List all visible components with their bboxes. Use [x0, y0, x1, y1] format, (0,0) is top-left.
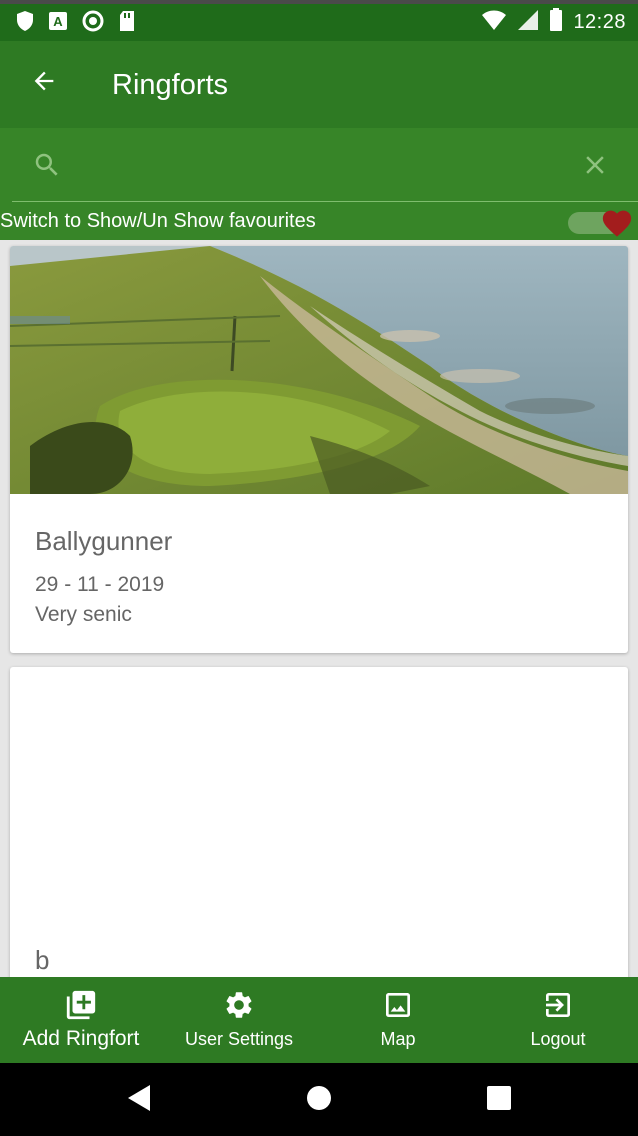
shield-icon [16, 10, 34, 37]
system-recents-button[interactable] [484, 1085, 514, 1115]
triangle-back-icon [126, 1084, 152, 1117]
search-input[interactable] [84, 148, 564, 182]
favourites-label: Switch to Show/Un Show favourites [0, 210, 316, 232]
app-bar: Ringforts [0, 41, 638, 128]
nav-label: Map [380, 1029, 416, 1049]
wifi-icon [481, 9, 507, 36]
square-recents-icon [486, 1085, 512, 1116]
heart-icon [600, 206, 634, 243]
nav-logout[interactable]: Logout [508, 977, 608, 1063]
favourites-toggle[interactable] [568, 206, 634, 238]
nav-label: Logout [530, 1029, 586, 1049]
ringfort-title: b [35, 945, 50, 975]
ringfort-description: Very senic [35, 603, 132, 626]
sd-card-icon [118, 10, 136, 37]
ringfort-card[interactable]: b [10, 667, 628, 977]
image-icon [382, 989, 414, 1021]
search-icon[interactable] [32, 150, 62, 185]
nav-user-settings[interactable]: User Settings [170, 977, 308, 1063]
nav-map[interactable]: Map [352, 977, 444, 1063]
battery-icon [549, 8, 563, 37]
circle-record-icon [82, 10, 104, 37]
ringfort-card[interactable]: Ballygunner 29 - 11 - 2019 Very senic [10, 246, 628, 653]
gear-icon [223, 989, 255, 1021]
signal-icon [517, 9, 539, 36]
search-area: Switch to Show/Un Show favourites [0, 128, 638, 240]
favourites-row: Switch to Show/Un Show favourites [0, 202, 638, 240]
page-title: Ringforts [112, 69, 229, 101]
ringfort-photo [10, 246, 628, 494]
search-bar [12, 128, 638, 202]
nav-label: Add Ringfort [22, 1027, 140, 1050]
ringfort-list[interactable]: Ballygunner 29 - 11 - 2019 Very senic b [0, 240, 638, 977]
add-box-icon [64, 989, 98, 1021]
logout-icon [542, 989, 574, 1021]
system-back-button[interactable] [124, 1084, 154, 1117]
status-bar: A 12:28 [0, 0, 638, 41]
ringfort-title: Ballygunner [35, 526, 173, 556]
nav-label: User Settings [184, 1029, 294, 1049]
a-letter-icon: A [48, 11, 68, 36]
status-time: 12:28 [573, 11, 626, 33]
ringfort-date: 29 - 11 - 2019 [35, 573, 165, 596]
system-home-button[interactable] [304, 1085, 334, 1115]
bottom-navigation: Add Ringfort User Settings Map Logout [0, 977, 638, 1063]
arrow-left-icon [30, 67, 58, 100]
svg-text:A: A [53, 14, 63, 29]
system-navigation-bar [0, 1063, 638, 1136]
close-icon[interactable] [580, 150, 610, 185]
circle-home-icon [305, 1084, 333, 1117]
back-button[interactable] [26, 65, 62, 101]
nav-add-ringfort[interactable]: Add Ringfort [14, 977, 148, 1063]
